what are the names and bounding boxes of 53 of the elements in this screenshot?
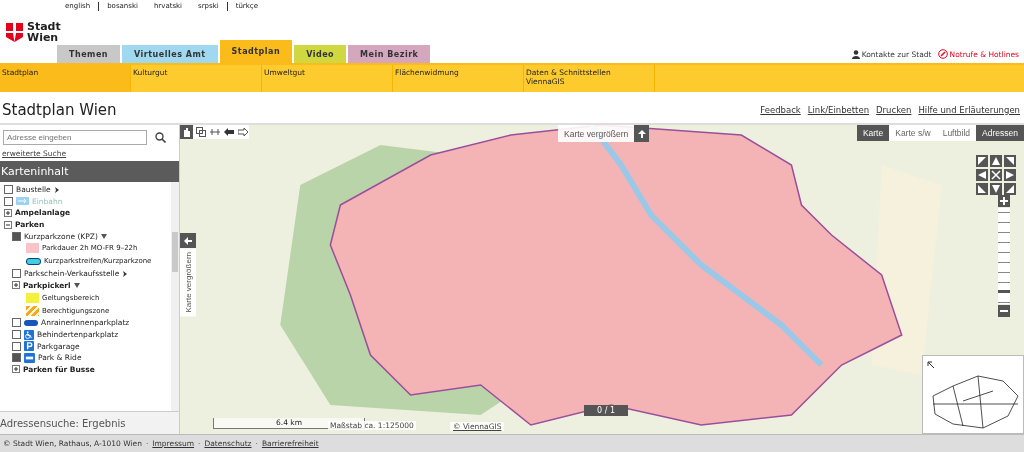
forward-icon[interactable]: [236, 125, 249, 139]
layer-checkbox[interactable]: [12, 341, 21, 351]
layer-checkbox[interactable]: [4, 185, 13, 195]
panel-header[interactable]: Karteninhalt: [0, 161, 179, 182]
page-link[interactable]: Drucken: [876, 104, 912, 115]
map-layer-tab[interactable]: Luftbild: [936, 125, 977, 141]
loading-progress: 0 / 1: [584, 405, 628, 416]
chevron-icon[interactable]: [122, 270, 129, 277]
phone-icon: [937, 49, 948, 59]
map-layer-tab[interactable]: Karte s/w: [889, 125, 937, 141]
main-tab[interactable]: Mein Bezirk: [348, 45, 431, 63]
pan-control[interactable]: [976, 155, 1016, 195]
enlarge-map-button[interactable]: Karte vergrößern: [558, 125, 635, 142]
main-tab[interactable]: Stadtplan: [219, 40, 293, 63]
dropdown-icon[interactable]: [73, 282, 80, 288]
main-tab[interactable]: Video: [294, 45, 347, 63]
result-panel-header[interactable]: Adressensuche: Ergebnis: [0, 411, 179, 434]
main-tab[interactable]: Virtuelles Amt: [122, 45, 218, 63]
address-search-field[interactable]: Adresse eingeben: [3, 130, 147, 145]
scrollbar[interactable]: [171, 182, 179, 411]
logo-text[interactable]: Stadt Wien: [27, 21, 63, 43]
page-link[interactable]: Feedback: [760, 104, 801, 115]
dropdown-icon[interactable]: [100, 233, 107, 239]
expand-toggle[interactable]: [4, 209, 12, 217]
layer-checkbox[interactable]: [12, 318, 21, 328]
map-layer-tab[interactable]: Adressen: [976, 125, 1024, 141]
main-tab[interactable]: Themen: [57, 45, 121, 63]
arrow-left-icon[interactable]: [180, 233, 196, 248]
enlarge-map-side-button[interactable]: Karte vergrößern: [180, 248, 196, 317]
park-ride-sign-icon: [24, 352, 35, 363]
arrow-sign-icon: [16, 197, 29, 206]
collapse-toggle[interactable]: [4, 220, 12, 229]
page-title: Stadtplan Wien: [1, 100, 117, 119]
layer-checkbox[interactable]: [12, 231, 21, 241]
overview-map[interactable]: [922, 355, 1024, 434]
logo-icon[interactable]: [6, 22, 23, 42]
parking-sign-icon: [24, 341, 34, 352]
layer-checkbox[interactable]: [12, 330, 21, 340]
expand-toggle[interactable]: [12, 365, 20, 374]
page-link[interactable]: Hilfe und Erläuterungen: [918, 104, 1020, 115]
expand-toggle[interactable]: [12, 281, 20, 290]
zoom-box-tool[interactable]: [194, 125, 207, 139]
chevron-icon[interactable]: [53, 186, 60, 193]
zoom-slider[interactable]: [998, 208, 1010, 304]
layer-checkbox[interactable]: [12, 269, 21, 279]
zoom-slider-thumb[interactable]: [998, 289, 1010, 293]
person-icon: [851, 49, 860, 59]
wheelchair-icon: [24, 329, 34, 340]
page-link[interactable]: Link/Einbetten: [807, 104, 870, 115]
arrow-up-icon[interactable]: [634, 125, 650, 142]
map-layer-tab[interactable]: Karte: [856, 125, 890, 141]
layer-checkbox[interactable]: [12, 353, 21, 363]
search-icon[interactable]: [155, 132, 166, 143]
